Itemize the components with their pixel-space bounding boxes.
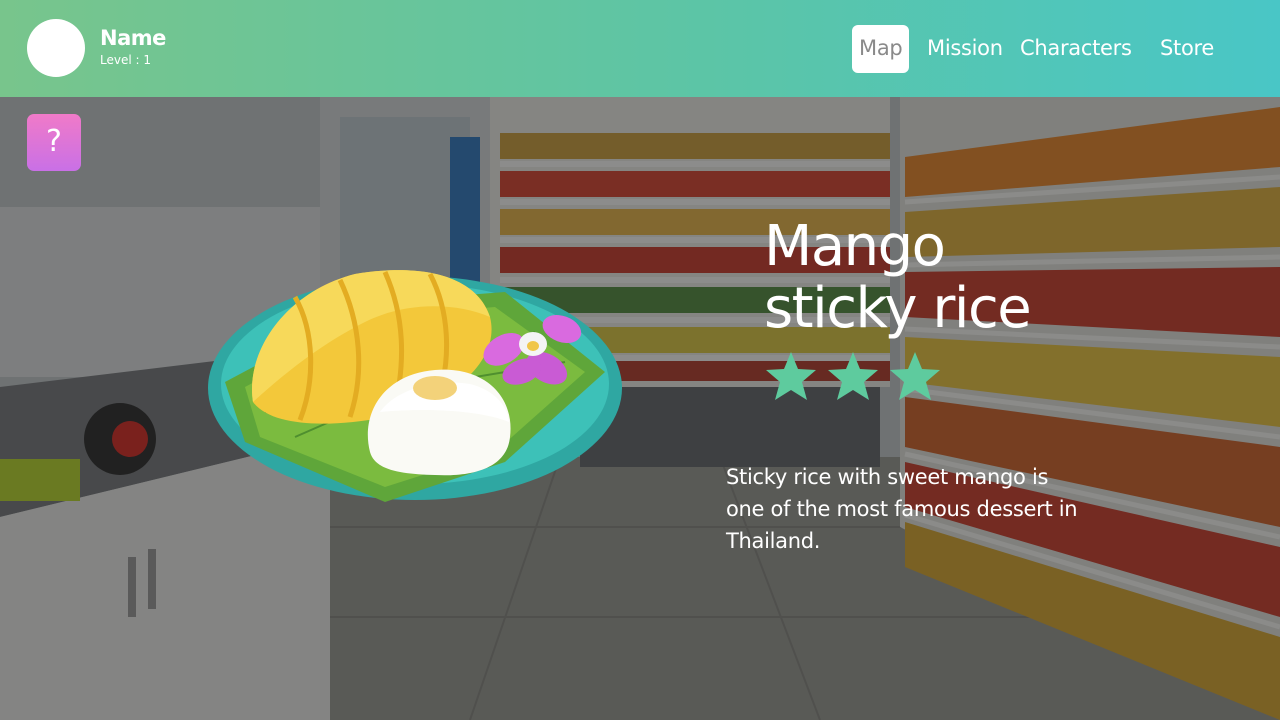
top-bar: Name Level : 1 Map Mission Characters St… <box>0 0 1280 97</box>
food-description: Sticky rice with sweet mango is one of t… <box>726 465 1078 553</box>
player-avatar[interactable] <box>27 19 85 77</box>
mango-sticky-rice-illustration <box>205 262 625 514</box>
star-icon <box>766 352 816 400</box>
player-name: Name <box>100 26 166 50</box>
background-dim-overlay <box>0 97 1280 720</box>
nav-store-button[interactable]: Store <box>1160 25 1214 73</box>
nav-mission-button[interactable]: Mission <box>927 25 1003 73</box>
star-icon <box>828 352 878 400</box>
store-background <box>0 97 1280 720</box>
player-level: Level : 1 <box>100 53 151 67</box>
help-button[interactable]: ? <box>27 114 81 171</box>
nav-map-button[interactable]: Map <box>852 25 910 73</box>
star-icon <box>890 352 940 400</box>
food-title: Mango sticky rice <box>764 214 1032 341</box>
question-mark-icon: ? <box>46 124 62 159</box>
nav-characters-button[interactable]: Characters <box>1020 25 1132 73</box>
